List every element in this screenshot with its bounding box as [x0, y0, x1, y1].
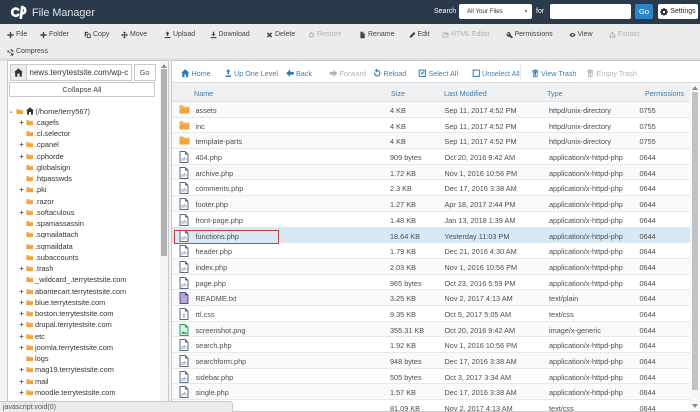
svg-text:{}: {}: [182, 313, 186, 318]
svg-text:ph: ph: [181, 376, 187, 382]
svg-text:ph: ph: [181, 345, 187, 351]
svg-text:ph: ph: [181, 266, 187, 272]
svg-text:ph: ph: [181, 204, 187, 210]
svg-text:ph: ph: [181, 251, 187, 257]
svg-text:ph: ph: [181, 282, 187, 288]
svg-text:ph: ph: [181, 219, 187, 225]
svg-text:ph: ph: [181, 392, 187, 398]
svg-text:ph: ph: [181, 156, 187, 162]
svg-text:ph: ph: [181, 188, 187, 194]
svg-text:ph: ph: [181, 172, 187, 178]
svg-text:ph: ph: [181, 360, 187, 366]
